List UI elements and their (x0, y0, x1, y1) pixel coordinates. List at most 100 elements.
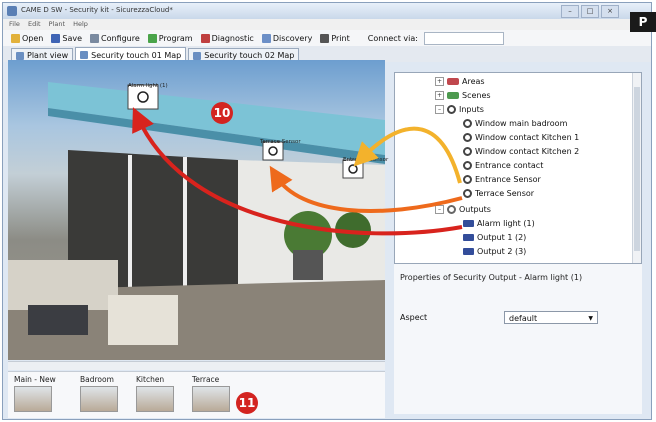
sensor-icon (463, 189, 472, 198)
properties-title: Properties of Security Output - Alarm li… (400, 273, 583, 282)
tree-item-label: Output 2 (3) (477, 247, 527, 256)
thumbnail-image (136, 386, 174, 412)
connect-via: Connect via: (367, 31, 504, 45)
open-icon (11, 33, 20, 43)
terrace-sensor-map-label: Terrace Sensor (260, 139, 301, 145)
section-badge: P (630, 12, 656, 32)
tree-item-label: Alarm light (1) (477, 219, 535, 228)
diagnostic-icon (200, 33, 210, 43)
window-frame (183, 157, 187, 297)
configure-icon (90, 33, 100, 43)
thumbnail-kitchen[interactable]: Kitchen (136, 375, 176, 412)
tree-item-inputs[interactable]: – Inputs (435, 103, 484, 116)
sensor-icon (463, 147, 472, 156)
tree-item-label: Terrace Sensor (475, 189, 535, 198)
tree-item-output-1-2[interactable]: Output 1 (2) (463, 231, 526, 244)
tree-item-scenes[interactable]: + Scenes (435, 89, 491, 102)
thumbnail-label: Badroom (80, 375, 114, 384)
sensor-icon (463, 119, 472, 128)
aspect-select[interactable]: default ▼ (504, 311, 598, 324)
armchair (108, 295, 178, 345)
menu-bar: File Edit Plant Help (3, 19, 651, 30)
expander-icon[interactable]: – (435, 205, 444, 214)
alarm-light-map-label: Alarm light (1) (128, 83, 168, 89)
tree-item-window-contact-kitchen-2[interactable]: Window contact Kitchen 2 (463, 145, 579, 158)
connect-via-input[interactable] (423, 31, 504, 45)
output-icon (463, 248, 474, 255)
tree-item-areas[interactable]: + Areas (435, 75, 485, 88)
map-horizontal-scrollbar[interactable] (8, 361, 385, 370)
scrollbar-thumb[interactable] (634, 87, 640, 251)
plant-view-icon (16, 51, 24, 60)
minimize-button[interactable]: – (561, 5, 579, 18)
tree-item-entrance-contact[interactable]: Entrance contact (463, 159, 543, 172)
thumbnail-badroom[interactable]: Badroom (80, 375, 120, 412)
discovery-label: Discovery (272, 33, 313, 43)
program-icon (147, 33, 157, 43)
map-icon (80, 51, 89, 59)
aspect-label: Aspect (400, 313, 428, 322)
save-button[interactable]: Save (51, 33, 82, 43)
thumbnail-terrace[interactable]: Terrace (192, 375, 232, 412)
map-canvas[interactable] (8, 60, 385, 360)
tree-item-outputs[interactable]: – Outputs (435, 203, 491, 216)
tree-item-label: Inputs (459, 105, 484, 114)
output-icon (463, 234, 474, 241)
menu-help[interactable]: Help (73, 20, 88, 28)
program-button[interactable]: Program (147, 33, 193, 43)
tree-item-label: Window contact Kitchen 2 (475, 147, 580, 156)
thumbnail-image (80, 386, 118, 412)
expander-icon[interactable]: + (435, 77, 444, 86)
tree-item-window-main-badroom[interactable]: Window main badroom (463, 117, 567, 130)
inputs-icon (447, 105, 456, 114)
expander-icon[interactable]: – (435, 105, 444, 114)
menu-edit[interactable]: Edit (28, 20, 41, 28)
output-icon (463, 220, 474, 227)
connect-via-label: Connect via: (367, 33, 418, 43)
map-thumbnail-strip: Main - New Badroom Kitchen Terrace (8, 371, 385, 418)
tree-item-alarm-light-1[interactable]: Alarm light (1) (463, 217, 535, 230)
print-label: Print (331, 33, 350, 43)
window-frame (128, 155, 132, 295)
tree-item-output-2-3[interactable]: Output 2 (3) (463, 245, 526, 258)
menu-plant[interactable]: Plant (49, 20, 65, 28)
tree-item-label: Window contact Kitchen 1 (475, 133, 580, 142)
print-button[interactable]: Print (320, 33, 350, 43)
planter (293, 250, 323, 280)
discovery-button[interactable]: Discovery (261, 33, 313, 43)
thumbnail-label: Terrace (192, 375, 220, 384)
menu-file[interactable]: File (9, 20, 20, 28)
sensor-icon (463, 175, 472, 184)
program-label: Program (158, 33, 193, 43)
map-icon (193, 51, 202, 60)
tree-vertical-scrollbar[interactable] (632, 73, 641, 263)
rug (28, 305, 88, 335)
expander-icon[interactable]: + (435, 91, 444, 100)
tree-item-terrace-sensor[interactable]: Terrace Sensor (463, 187, 534, 200)
diagnostic-button[interactable]: Diagnostic (200, 33, 254, 43)
close-button[interactable]: × (601, 5, 619, 18)
thumbnail-image (14, 386, 52, 412)
tree-item-entrance-sensor[interactable]: Entrance Sensor (463, 173, 541, 186)
sensor-icon (463, 133, 472, 142)
discovery-icon (261, 33, 271, 43)
tree-item-label: Output 1 (2) (477, 233, 527, 242)
toolbar: Open Save Configure Program Diagnostic D… (3, 30, 651, 46)
configure-label: Configure (101, 33, 140, 43)
thumbnail-main-new[interactable]: Main - New (14, 375, 56, 412)
properties-panel: Properties of Security Output - Alarm li… (394, 264, 642, 414)
thumbnail-image (192, 386, 230, 412)
app-icon (7, 6, 17, 16)
outputs-icon (447, 205, 456, 214)
maximize-button[interactable]: □ (581, 5, 599, 18)
device-tree: + Areas + Scenes – Inputs Window main ba… (394, 72, 642, 264)
open-button[interactable]: Open (11, 33, 44, 43)
aspect-select-value: default (509, 314, 538, 323)
tree-item-label: Entrance Sensor (475, 175, 541, 184)
tree-item-window-contact-kitchen-1[interactable]: Window contact Kitchen 1 (463, 131, 579, 144)
open-label: Open (22, 33, 44, 43)
configure-button[interactable]: Configure (90, 33, 140, 43)
title-bar: CAME D SW - Security kit - SicurezzaClou… (3, 3, 651, 19)
print-icon (320, 33, 330, 43)
callout-10: 10 (211, 102, 233, 124)
